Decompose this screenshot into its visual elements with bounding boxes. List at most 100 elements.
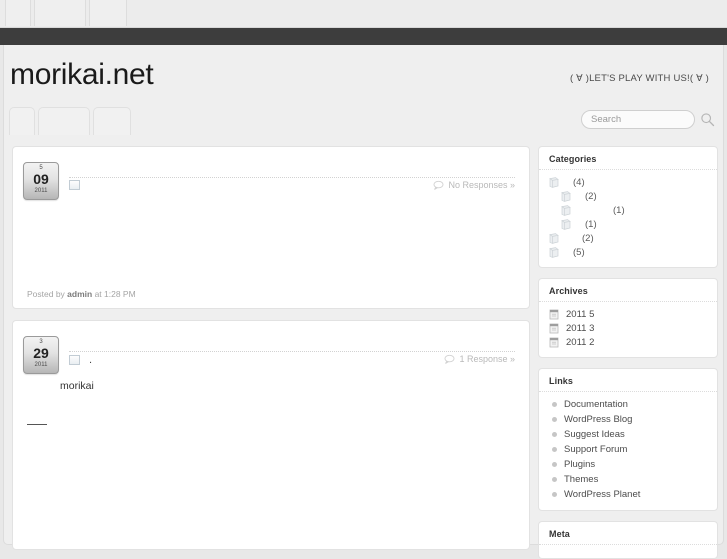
- post-meta-suffix: at 1:28 PM: [92, 289, 136, 299]
- book-icon: [561, 190, 571, 202]
- links-list: Documentation WordPress Blog Suggest Ide…: [539, 397, 717, 502]
- link-label: Support Forum: [564, 444, 628, 455]
- link-item[interactable]: Plugins: [539, 457, 717, 472]
- book-icon: [549, 246, 559, 258]
- bullet-icon: [552, 477, 557, 482]
- link-item[interactable]: Themes: [539, 472, 717, 487]
- archive-item[interactable]: 2011 3: [539, 321, 717, 335]
- post-comments-link[interactable]: 1 Response »: [444, 354, 515, 364]
- nav-item-2[interactable]: [38, 107, 90, 135]
- link-item[interactable]: WordPress Planet: [539, 487, 717, 502]
- category-item[interactable]: (2): [539, 189, 717, 203]
- nav-item-3[interactable]: [93, 107, 131, 135]
- site-tagline: ( ∀ )LET'S PLAY WITH US!( ∀ ): [569, 73, 709, 84]
- browser-top-strip: [0, 0, 727, 28]
- page-panel: morikai.net ( ∀ )LET'S PLAY WITH US!( ∀ …: [3, 45, 725, 559]
- browser-tab-2[interactable]: [34, 0, 86, 26]
- search-input[interactable]: [581, 110, 695, 129]
- book-icon: [561, 204, 571, 216]
- broken-image-icon: [69, 180, 80, 190]
- bullet-icon: [552, 432, 557, 437]
- archive-item[interactable]: 2011 2: [539, 335, 717, 349]
- post-meta: Posted by admin at 1:28 PM: [27, 289, 136, 299]
- link-label: Plugins: [564, 459, 596, 470]
- post-date-year: 2011: [34, 362, 48, 368]
- nav-item-1[interactable]: [9, 107, 35, 135]
- calendar-icon: [549, 337, 559, 348]
- post-title[interactable]: [69, 180, 89, 190]
- archive-item[interactable]: 2011 5: [539, 307, 717, 321]
- category-count: (1): [613, 204, 625, 216]
- post-author[interactable]: admin: [67, 289, 92, 299]
- browser-tab-1[interactable]: [5, 0, 31, 26]
- category-item[interactable]: (4): [539, 175, 717, 189]
- category-count: (4): [573, 176, 585, 188]
- widget-title-categories: Categories: [539, 154, 717, 170]
- category-count: (2): [582, 232, 594, 244]
- link-item[interactable]: Support Forum: [539, 442, 717, 457]
- widget-title-archives: Archives: [539, 286, 717, 302]
- comment-bubble-icon: [433, 180, 444, 190]
- post-horizontal-rule: [27, 424, 47, 425]
- sidebar: Categories (4) (2) (1) (1) (2) (5) Archi…: [538, 140, 725, 559]
- calendar-icon: [549, 309, 559, 320]
- archive-label: 2011 5: [566, 308, 595, 320]
- link-label: Suggest Ideas: [564, 429, 625, 440]
- categories-list: (4) (2) (1) (1) (2) (5): [539, 175, 717, 259]
- bullet-icon: [552, 417, 557, 422]
- calendar-icon: [549, 323, 559, 334]
- post-body: morikai: [60, 380, 94, 392]
- comment-bubble-icon: [444, 354, 455, 364]
- book-icon: [549, 176, 559, 188]
- category-item[interactable]: (2): [539, 231, 717, 245]
- post-comments-label: 1 Response »: [459, 354, 515, 364]
- widget-title-links: Links: [539, 376, 717, 392]
- link-item[interactable]: Suggest Ideas: [539, 427, 717, 442]
- widget-title-meta: Meta: [539, 529, 717, 545]
- widget-archives: Archives 2011 5 2011 3 2011 2: [538, 278, 718, 358]
- widget-links: Links Documentation WordPress Blog Sugge…: [538, 368, 718, 511]
- link-label: WordPress Blog: [564, 414, 633, 425]
- book-icon: [561, 218, 571, 230]
- post-comments-link[interactable]: No Responses »: [433, 180, 515, 190]
- link-label: Themes: [564, 474, 599, 485]
- book-icon: [549, 232, 559, 244]
- post-date-day: 29: [33, 345, 49, 361]
- search-form: [581, 110, 715, 129]
- post-date-badge: 5 09 2011: [23, 162, 59, 200]
- content-row: 5 09 2011 No Responses » Posted by admin…: [4, 140, 725, 559]
- category-item[interactable]: (5): [539, 245, 717, 259]
- post-title-label: .: [89, 354, 93, 366]
- archive-label: 2011 3: [566, 322, 595, 334]
- category-count: (5): [573, 246, 585, 258]
- site-title[interactable]: morikai.net: [10, 58, 154, 92]
- category-count: (1): [585, 218, 597, 230]
- post-meta-prefix: Posted by: [27, 289, 68, 299]
- post-comments-label: No Responses »: [448, 180, 515, 190]
- bullet-icon: [552, 462, 557, 467]
- category-item[interactable]: (1): [539, 217, 717, 231]
- browser-tab-row: [5, 0, 127, 26]
- category-item[interactable]: (1): [539, 203, 717, 217]
- post-article: 3 29 2011 . 1 Response » morikai: [12, 320, 530, 550]
- link-item[interactable]: WordPress Blog: [539, 412, 717, 427]
- widget-categories: Categories (4) (2) (1) (1) (2) (5): [538, 146, 718, 268]
- browser-tab-3[interactable]: [89, 0, 127, 26]
- post-date-day: 09: [33, 171, 49, 187]
- bullet-icon: [552, 447, 557, 452]
- bullet-icon: [552, 402, 557, 407]
- widget-meta: Meta: [538, 521, 718, 559]
- main-navigation: [9, 107, 131, 135]
- broken-image-icon: [69, 355, 80, 365]
- archive-label: 2011 2: [566, 336, 595, 348]
- archives-list: 2011 5 2011 3 2011 2: [539, 307, 717, 349]
- link-label: WordPress Planet: [564, 489, 641, 500]
- link-item[interactable]: Documentation: [539, 397, 717, 412]
- post-title[interactable]: .: [69, 354, 92, 366]
- post-date-badge: 3 29 2011: [23, 336, 59, 374]
- category-count: (2): [585, 190, 597, 202]
- search-icon[interactable]: [700, 112, 715, 127]
- post-date-year: 2011: [34, 188, 48, 194]
- dark-separator-bar: [0, 28, 727, 45]
- post-article: 5 09 2011 No Responses » Posted by admin…: [12, 146, 530, 309]
